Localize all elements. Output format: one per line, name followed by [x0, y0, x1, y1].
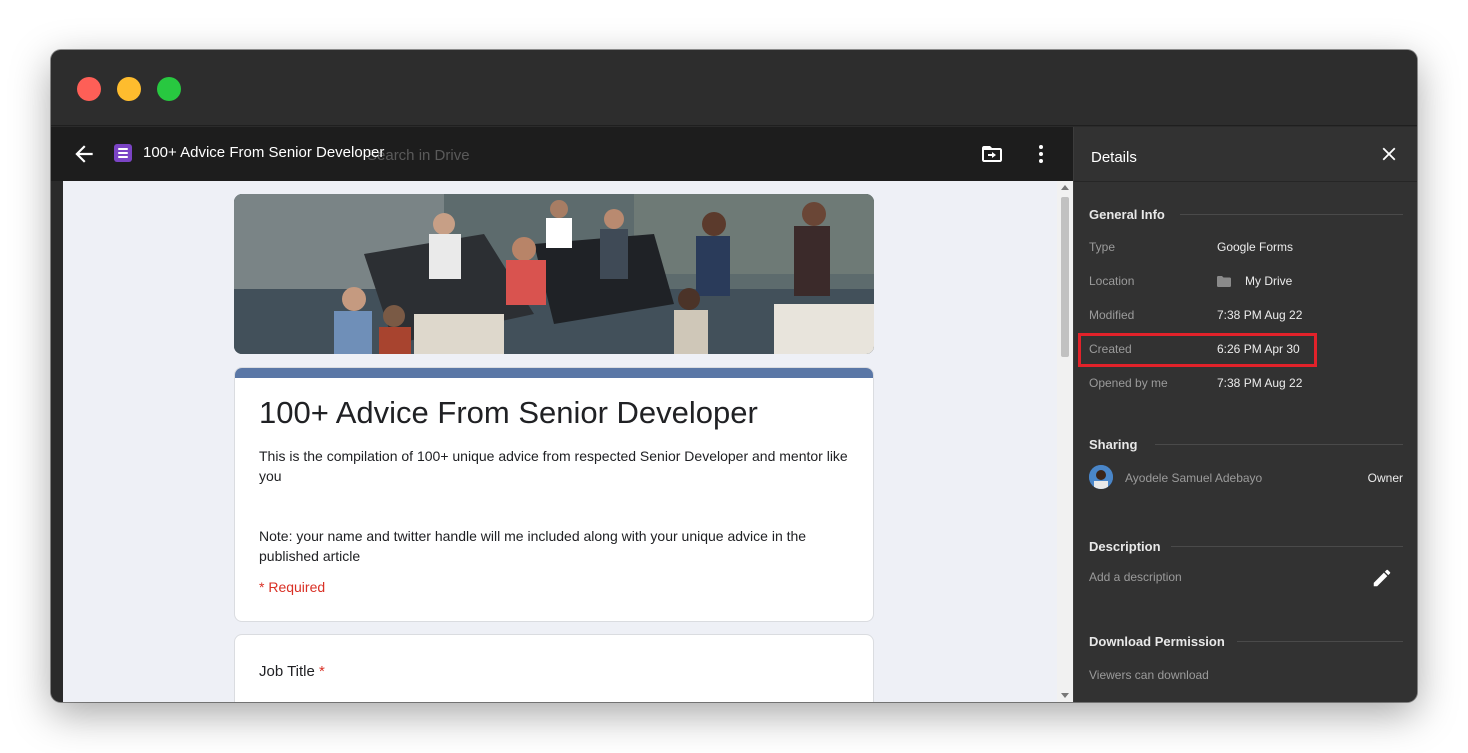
- details-header: Details: [1074, 127, 1417, 182]
- owner-role: Owner: [1367, 471, 1403, 485]
- form-accent-bar: [235, 368, 873, 378]
- download-permission-text: Viewers can download: [1089, 668, 1209, 682]
- avatar: [1089, 465, 1113, 489]
- form-preview: 100+ Advice From Senior Developer This i…: [63, 181, 1073, 702]
- window-titlebar: [51, 50, 1417, 126]
- app-window: Search in Drive 100+ Advice From Senior …: [51, 50, 1417, 702]
- form-header-image: [234, 194, 874, 354]
- location-label: Location: [1089, 274, 1135, 288]
- created-label: Created: [1089, 342, 1132, 356]
- required-star: *: [319, 663, 325, 680]
- download-permission-heading: Download Permission: [1089, 634, 1225, 649]
- location-value[interactable]: My Drive: [1245, 274, 1292, 288]
- vertical-scrollbar[interactable]: [1057, 181, 1073, 702]
- divider: [1237, 641, 1403, 642]
- move-to-folder-icon[interactable]: [980, 142, 1004, 166]
- divider: [1171, 546, 1403, 547]
- divider: [1155, 444, 1403, 445]
- back-arrow-icon[interactable]: [71, 141, 97, 167]
- question-label: Job Title *: [259, 663, 325, 680]
- question-card[interactable]: Job Title *: [234, 634, 874, 702]
- type-value: Google Forms: [1217, 240, 1294, 254]
- type-label: Type: [1089, 240, 1116, 254]
- window-content: Search in Drive 100+ Advice From Senior …: [51, 127, 1417, 702]
- viewer-toolbar: Search in Drive 100+ Advice From Senior …: [51, 127, 1073, 181]
- question-text: Job Title: [259, 663, 315, 680]
- scroll-thumb[interactable]: [1061, 197, 1069, 357]
- details-title: Details: [1091, 149, 1137, 166]
- form-note: Note: your name and twitter handle will …: [259, 528, 807, 564]
- description-heading: Description: [1089, 539, 1161, 554]
- pencil-icon[interactable]: [1371, 567, 1393, 589]
- scroll-down-arrow-icon[interactable]: [1061, 693, 1069, 698]
- minimize-window-button[interactable]: [117, 77, 141, 101]
- scroll-up-arrow-icon[interactable]: [1061, 185, 1069, 190]
- close-icon[interactable]: [1378, 143, 1400, 165]
- document-title: 100+ Advice From Senior Developer: [143, 144, 385, 161]
- sharing-heading: Sharing: [1089, 437, 1138, 452]
- created-value: 6:26 PM Apr 30: [1217, 342, 1300, 356]
- opened-value: 7:38 PM Aug 22: [1217, 376, 1303, 390]
- modified-label: Modified: [1089, 308, 1135, 322]
- divider: [1180, 214, 1403, 215]
- google-forms-icon: [114, 144, 132, 162]
- close-window-button[interactable]: [77, 77, 101, 101]
- form-description: This is the compilation of 100+ unique a…: [259, 448, 848, 484]
- more-vertical-icon[interactable]: [1029, 142, 1053, 166]
- description-input[interactable]: Add a description: [1089, 570, 1182, 584]
- file-viewer: Search in Drive 100+ Advice From Senior …: [51, 127, 1073, 702]
- form-title-card: 100+ Advice From Senior Developer This i…: [234, 367, 874, 622]
- folder-icon: [1217, 276, 1231, 287]
- owner-name: Ayodele Samuel Adebayo: [1125, 471, 1263, 485]
- required-note: * Required: [259, 579, 326, 595]
- general-info-heading: General Info: [1089, 207, 1165, 222]
- opened-label: Opened by me: [1089, 376, 1168, 390]
- modified-value: 7:38 PM Aug 22: [1217, 308, 1303, 322]
- form-title: 100+ Advice From Senior Developer: [259, 395, 758, 430]
- details-panel: Details General Info Type Google Forms L…: [1073, 127, 1417, 702]
- zoom-window-button[interactable]: [157, 77, 181, 101]
